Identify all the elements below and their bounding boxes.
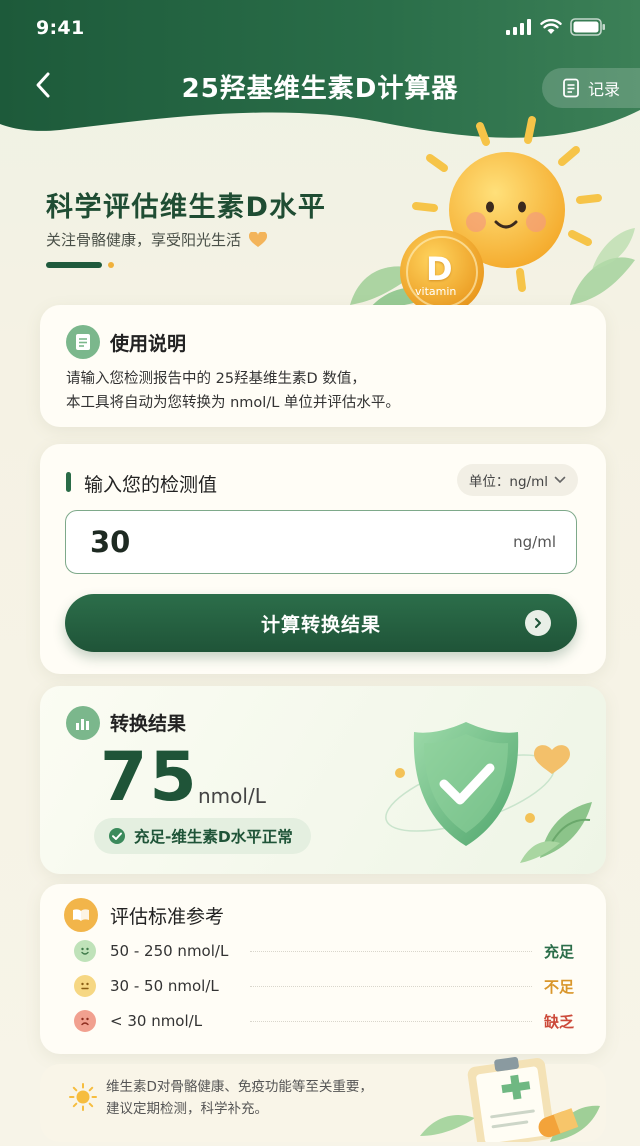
- value-input[interactable]: [90, 525, 290, 559]
- hero-subtitle-text: 关注骨骼健康，享受阳光生活: [46, 231, 242, 249]
- check-circle-icon: [109, 828, 125, 844]
- dotted-divider: [250, 1020, 532, 1022]
- status-badge: 充足-维生素D水平正常: [94, 818, 311, 854]
- result-icon: [66, 706, 100, 740]
- book-icon: [73, 909, 89, 921]
- section-marker: [66, 472, 71, 492]
- tip-text: 维生素D对骨骼健康、免疫功能等至关重要， 建议定期检测，科学补充。: [106, 1076, 373, 1120]
- reference-range: 30 - 50 nmol/L: [110, 977, 219, 995]
- status-time: 9:41: [36, 17, 85, 39]
- status-icons: [506, 18, 606, 36]
- input-unit-label: ng/ml: [513, 533, 556, 551]
- carousel-indicator: [46, 262, 114, 268]
- reference-title: 评估标准参考: [110, 906, 225, 928]
- sun-icon: [69, 1083, 97, 1111]
- input-card-title: 输入您的检测值: [84, 474, 218, 496]
- bar-chart-icon: [76, 719, 89, 730]
- instructions-icon: [66, 325, 100, 359]
- reference-range: < 30 nmol/L: [110, 1012, 203, 1030]
- calculate-button-label: 计算转换结果: [260, 613, 381, 636]
- reference-row-sufficient: 50 - 250 nmol/L 充足: [74, 938, 574, 964]
- happy-face-icon: [74, 940, 96, 962]
- reference-row-insufficient: 30 - 50 nmol/L 不足: [74, 973, 574, 999]
- sun-illustration: [350, 116, 635, 310]
- wifi-icon: [540, 19, 562, 34]
- battery-icon: [570, 18, 605, 36]
- unit-select[interactable]: 单位：ng/ml: [456, 464, 578, 496]
- instructions-line-1: 请输入您检测报告中的 25羟基维生素D 数值，: [66, 371, 366, 387]
- reference-level: 缺乏: [544, 1012, 575, 1031]
- input-card: 输入您的检测值 单位：ng/ml ng/ml 计算转换结果: [40, 444, 606, 674]
- nav-bar: 25羟基维生素D计算器 记录: [0, 58, 640, 116]
- tip-card: 维生素D对骨骼健康、免疫功能等至关重要， 建议定期检测，科学补充。: [40, 1057, 606, 1142]
- instructions-card: 使用说明 请输入您检测报告中的 25羟基维生素D 数值， 本工具将自动为您转换为…: [40, 305, 606, 427]
- record-label: 记录: [587, 80, 620, 99]
- note-icon: [76, 334, 90, 350]
- heart-icon: [249, 231, 268, 247]
- indicator-active: [46, 262, 102, 268]
- reference-icon: [64, 898, 98, 932]
- arrow-right-icon: [525, 610, 551, 636]
- reference-range: 50 - 250 nmol/L: [110, 942, 229, 960]
- reference-card: 评估标准参考 50 - 250 nmol/L 充足 30 - 50 nmol/L…: [40, 884, 606, 1054]
- result-card: 转换结果 75 nmol/L 充足-维生素D水平正常: [40, 686, 606, 874]
- result-value: 75: [100, 738, 199, 817]
- tip-line-1: 维生素D对骨骼健康、免疫功能等至关重要，: [106, 1079, 373, 1095]
- sad-face-icon: [74, 1010, 96, 1032]
- document-icon: [563, 78, 579, 98]
- unit-select-label: 单位：ng/ml: [468, 474, 548, 490]
- calculate-button[interactable]: 计算转换结果: [65, 594, 577, 652]
- indicator-dot: [108, 262, 114, 268]
- clipboard-illustration: [420, 1057, 600, 1142]
- result-title: 转换结果: [110, 713, 187, 735]
- vitamin-badge-text: vitamin: [415, 285, 457, 298]
- record-button[interactable]: 记录: [542, 68, 640, 108]
- result-unit: nmol/L: [198, 784, 266, 808]
- dotted-divider: [250, 950, 532, 952]
- calculator-page: 9:41 25羟基维生素D计算器 记录 科学评估维生素D水平 关注骨骼健康，享受…: [0, 0, 640, 1146]
- dotted-divider: [250, 985, 532, 987]
- chevron-down-icon: [554, 476, 566, 484]
- instructions-title: 使用说明: [110, 333, 187, 355]
- status-text: 充足-维生素D水平正常: [134, 828, 293, 846]
- instructions-line-2: 本工具将自动为您转换为 nmol/L 单位并评估水平。: [66, 395, 400, 411]
- tip-line-2: 建议定期检测，科学补充。: [106, 1101, 268, 1117]
- signal-icon: [506, 19, 531, 35]
- vitamin-badge-letter: D: [426, 250, 453, 288]
- reference-level: 不足: [544, 977, 575, 996]
- reference-row-deficient: < 30 nmol/L 缺乏: [74, 1008, 574, 1034]
- status-bar: 9:41: [0, 0, 640, 58]
- value-input-box: ng/ml: [65, 510, 577, 574]
- reference-level: 充足: [544, 942, 575, 961]
- hero-subtitle: 关注骨骼健康，享受阳光生活: [46, 229, 268, 250]
- shield-check-illustration: [385, 722, 592, 863]
- neutral-face-icon: [74, 975, 96, 997]
- instructions-text: 请输入您检测报告中的 25羟基维生素D 数值， 本工具将自动为您转换为 nmol…: [66, 367, 400, 415]
- hero-title: 科学评估维生素D水平: [46, 192, 327, 223]
